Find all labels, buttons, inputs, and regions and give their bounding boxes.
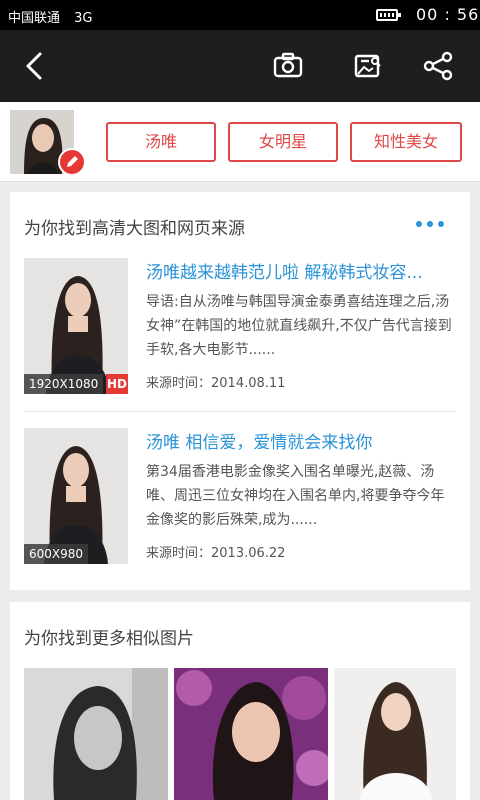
similar-image[interactable] — [174, 668, 328, 800]
result-thumbnail[interactable]: 1920X1080 HD — [24, 258, 128, 394]
carrier-label: 中国联通 — [8, 11, 61, 26]
bottom-indicator-bar — [0, 794, 480, 800]
result-source-time: 来源时间：2014.08.11 — [146, 376, 286, 391]
divider — [24, 411, 456, 412]
similar-section-title: 为你找到更多相似图片 — [24, 629, 194, 649]
similar-image[interactable] — [334, 668, 456, 800]
source-result-item[interactable]: 1920X1080 HD 汤唯越来越韩范儿啦 解秘韩式妆容... 导语:自从汤唯… — [24, 258, 456, 396]
tag-button[interactable]: 女明星 — [228, 122, 338, 162]
similar-image[interactable] — [24, 668, 168, 800]
result-title-link[interactable]: 汤唯越来越韩范儿啦 解秘韩式妆容... — [146, 258, 456, 283]
clock: 00 : 56 — [416, 5, 480, 24]
edit-pencil-icon[interactable] — [58, 148, 86, 176]
result-source-time: 来源时间：2013.06.22 — [146, 546, 286, 561]
result-thumbnail[interactable]: 600X980 — [24, 428, 128, 564]
tag-button[interactable]: 汤唯 — [106, 122, 216, 162]
battery-icon — [376, 9, 401, 21]
result-description: 导语:自从汤唯与韩国导演金泰勇喜结连理之后,汤女神”在韩国的地位就直线飙升,不仅… — [146, 294, 452, 358]
resolution-label: 600X980 — [24, 544, 89, 564]
more-options-icon[interactable] — [416, 212, 446, 236]
source-results-card: 为你找到高清大图和网页来源 1920X1080 HD 汤唯越来越韩范儿啦 解秘韩… — [10, 192, 470, 590]
toolbar — [0, 30, 480, 102]
result-title-link[interactable]: 汤唯 相信爱，爱情就会来找你 — [146, 428, 456, 453]
source-section-title: 为你找到高清大图和网页来源 — [24, 219, 245, 239]
result-description: 第34届香港电影金像奖入围名单曝光,赵薇、汤唯、周迅三位女神均在入围名单内,将要… — [146, 464, 445, 528]
tag-button[interactable]: 知性美女 — [350, 122, 462, 162]
query-tags-row: 汤唯 女明星 知性美女 — [0, 102, 480, 182]
resolution-label: 1920X1080 — [24, 374, 104, 394]
network-label: 3G — [74, 11, 93, 26]
similar-images-card: 为你找到更多相似图片 — [10, 602, 470, 800]
share-icon[interactable] — [420, 48, 456, 84]
camera-icon[interactable] — [270, 48, 306, 84]
image-search-icon[interactable] — [350, 48, 386, 84]
hd-badge: HD — [106, 374, 128, 394]
status-bar: 中国联通 3G 00 : 56 — [0, 0, 480, 30]
source-result-item[interactable]: 600X980 汤唯 相信爱，爱情就会来找你 第34届香港电影金像奖入围名单曝光… — [24, 428, 456, 566]
back-arrow-icon[interactable] — [18, 48, 54, 84]
